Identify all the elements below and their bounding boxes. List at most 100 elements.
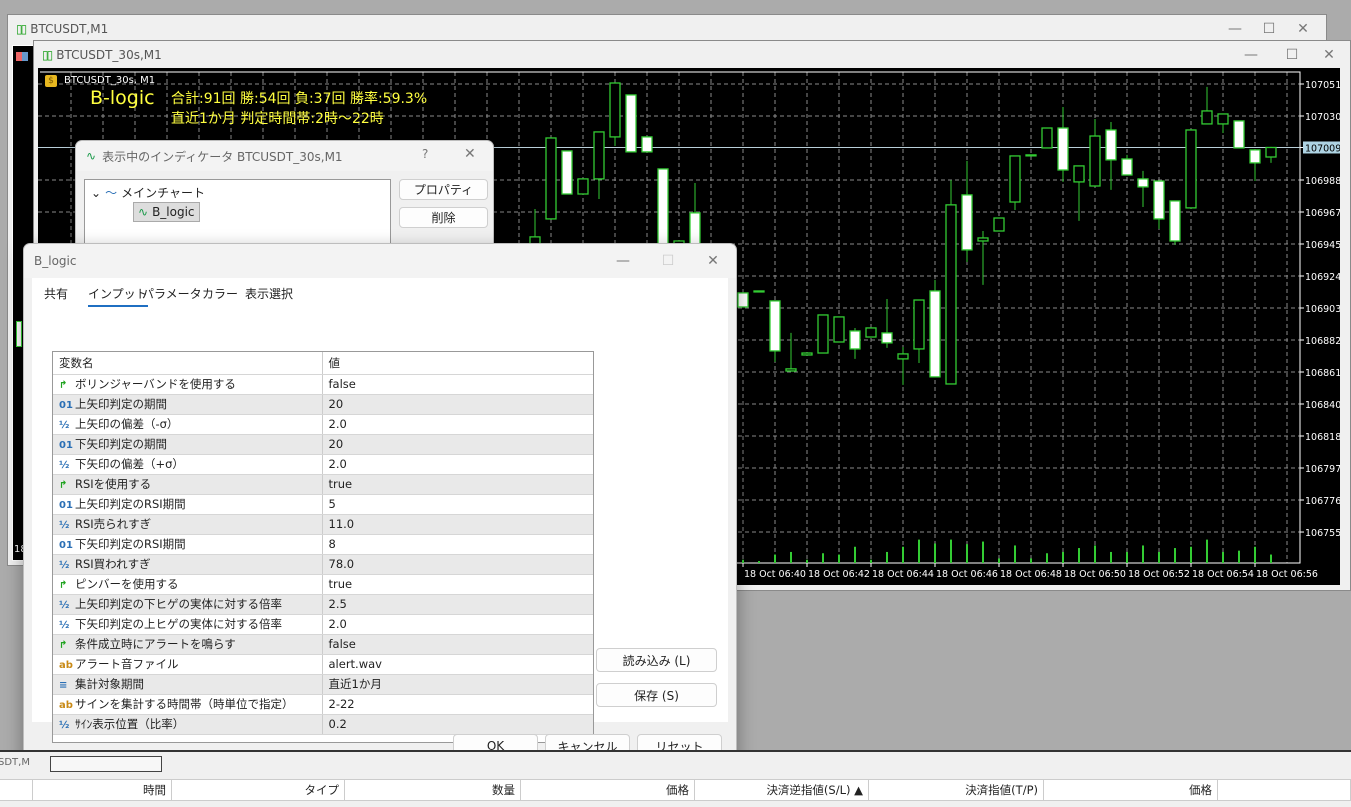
close-button[interactable]: ✕	[1314, 45, 1344, 65]
param-value[interactable]: true	[322, 574, 593, 595]
tab-1[interactable]: インプット	[88, 285, 148, 307]
candle-bear	[561, 150, 573, 195]
table-row[interactable]: 01 上矢印判定のRSI期間 5	[53, 494, 593, 515]
close-button[interactable]: ✕	[698, 251, 728, 271]
param-value[interactable]: true	[322, 474, 593, 495]
table-row[interactable]: ½ 下矢印判定の上ヒゲの実体に対する倍率 2.0	[53, 614, 593, 635]
table-row[interactable]: ab アラート音ファイル alert.wav	[53, 654, 593, 675]
minimize-button[interactable]: —	[1220, 19, 1250, 39]
time-label: 18 Oct 06:52	[1128, 569, 1190, 580]
toolbox-tab[interactable]: SDT,M	[0, 757, 30, 768]
table-row[interactable]: ≡ 集計対象期間 直近1か月	[53, 674, 593, 695]
candle-bear	[881, 332, 893, 344]
column-header[interactable]: 決済指値(T/P)	[869, 780, 1044, 800]
int-type-icon: 01	[59, 440, 73, 451]
param-value[interactable]: 2.5	[322, 594, 593, 615]
column-header[interactable]: 決済逆指値(S/L) ▲	[695, 780, 869, 800]
indicator-name: B-logic	[90, 87, 155, 109]
candle-bull	[1185, 129, 1197, 209]
param-value[interactable]: 11.0	[322, 514, 593, 535]
properties-button[interactable]: プロパティ	[399, 179, 488, 200]
table-row[interactable]: ab サインを集計する時間帯（時単位で指定） 2-22	[53, 694, 593, 715]
tree-item-main-chart[interactable]: ⌄ 〜 メインチャート	[91, 184, 205, 201]
tab-3[interactable]: カラー	[202, 285, 238, 305]
price-label: 106840.03	[1305, 400, 1340, 411]
table-row[interactable]: 01 下矢印判定のRSI期間 8	[53, 534, 593, 555]
param-name-cell: ↱ ピンバーを使用する	[53, 574, 323, 595]
param-name: 下矢印判定の上ヒゲの実体に対する倍率	[75, 617, 282, 631]
table-row[interactable]: ↱ ボリンジャーバンドを使用する false	[53, 374, 593, 395]
param-name: 上矢印の偏差（-σ）	[75, 417, 179, 431]
price-label: 107030.75	[1305, 112, 1340, 123]
table-row[interactable]: ½ 上矢印の偏差（-σ） 2.0	[53, 414, 593, 435]
bool-type-icon: ↱	[59, 380, 68, 391]
table-row[interactable]: ½ 下矢印の偏差（+σ） 2.0	[53, 454, 593, 475]
candle-bull	[945, 204, 957, 385]
column-header[interactable]: 時間	[33, 780, 172, 800]
table-row[interactable]: ½ RSI売られすぎ 11.0	[53, 514, 593, 535]
param-value[interactable]: 5	[322, 494, 593, 515]
param-value[interactable]: 20	[322, 394, 593, 415]
param-value[interactable]: false	[322, 634, 593, 655]
column-header[interactable]: 価格	[521, 780, 695, 800]
candle-bear	[737, 292, 749, 308]
delete-button[interactable]: 削除	[399, 207, 488, 228]
param-value[interactable]: 20	[322, 434, 593, 455]
candle-bull	[1265, 146, 1277, 158]
load-button[interactable]: 読み込み (L)	[596, 648, 717, 672]
candle-bear	[1105, 129, 1117, 161]
column-header[interactable]	[1218, 780, 1351, 800]
param-value[interactable]: alert.wav	[322, 654, 593, 675]
tab-4[interactable]: 表示選択	[245, 285, 293, 305]
table-row[interactable]: ↱ RSIを使用する true	[53, 474, 593, 495]
dialog-title-bar[interactable]: ∿ 表示中のインディケータ BTCUSDT_30s,M1	[76, 141, 493, 171]
inputs-table[interactable]: 変数名値 ↱ ボリンジャーバンドを使用する false 01 上矢印判定の期間 20 ½ 上矢…	[52, 351, 594, 743]
column-header-value: 値	[322, 352, 593, 375]
candlestick-icon: ▯▯	[16, 22, 27, 36]
window-title-bar[interactable]: ▯▯ BTCUSDT,M1	[8, 15, 1326, 43]
table-row[interactable]: ½ RSI買われすぎ 78.0	[53, 554, 593, 575]
close-button[interactable]: ✕	[1288, 19, 1318, 39]
param-value[interactable]: 2-22	[322, 694, 593, 715]
minimize-button[interactable]: —	[1236, 45, 1266, 65]
candle-bull	[1201, 110, 1213, 125]
param-name: 下矢印の偏差（+σ）	[75, 457, 184, 471]
candle-bull	[913, 299, 925, 350]
param-value[interactable]: 8	[322, 534, 593, 555]
maximize-button[interactable]: ☐	[1277, 45, 1307, 65]
column-header[interactable]: 数量	[345, 780, 521, 800]
candle-bull	[1217, 113, 1229, 125]
close-button[interactable]: ✕	[464, 146, 476, 162]
table-row[interactable]: ↱ ピンバーを使用する true	[53, 574, 593, 595]
price-label: 106924.79	[1305, 272, 1340, 283]
candle-bull	[817, 314, 829, 354]
minimize-button[interactable]: —	[608, 251, 638, 271]
table-row[interactable]: ½ 上矢印判定の下ヒゲの実体に対する倍率 2.5	[53, 594, 593, 615]
table-row[interactable]: 01 上矢印判定の期間 20	[53, 394, 593, 415]
param-value[interactable]: 2.0	[322, 454, 593, 475]
indicator-properties-dialog[interactable]: B_logic — ☐ ✕ 共有 インプット パラメータ カラー 表示選択 変数名値 ↱…	[23, 243, 737, 768]
column-header[interactable]: タイプ	[172, 780, 345, 800]
param-value[interactable]: 2.0	[322, 614, 593, 635]
param-value[interactable]: 2.0	[322, 414, 593, 435]
time-label: 18 Oct 06:42	[808, 569, 870, 580]
param-value[interactable]: 0.2	[322, 714, 593, 735]
param-value[interactable]: false	[322, 374, 593, 395]
table-row[interactable]: ½ ｻｲﾝ表示位置（比率） 0.2	[53, 714, 593, 735]
param-value[interactable]: 直近1か月	[322, 674, 593, 695]
save-button[interactable]: 保存 (S)	[596, 683, 717, 707]
tab-panel: 共有 インプット パラメータ カラー 表示選択 変数名値 ↱ ボリンジャーバンドを使用する…	[32, 278, 728, 743]
column-header[interactable]: 価格	[1044, 780, 1218, 800]
column-header[interactable]	[0, 780, 33, 800]
table-row[interactable]: ↱ 条件成立時にアラートを鳴らす false	[53, 634, 593, 655]
window-title-bar[interactable]: ▯▯ BTCUSDT_30s,M1	[34, 41, 1350, 69]
maximize-button[interactable]: ☐	[1254, 19, 1284, 39]
param-value[interactable]: 78.0	[322, 554, 593, 575]
tab-0[interactable]: 共有	[44, 285, 68, 305]
help-button[interactable]: ?	[422, 147, 428, 161]
tab-2[interactable]: パラメータ	[142, 285, 202, 305]
tree-item-b-logic[interactable]: ∿ B_logic	[133, 202, 200, 222]
toolbox-tab-active[interactable]	[50, 756, 162, 772]
table-row[interactable]: 01 下矢印判定の期間 20	[53, 434, 593, 455]
param-name: RSI売られすぎ	[75, 517, 152, 531]
